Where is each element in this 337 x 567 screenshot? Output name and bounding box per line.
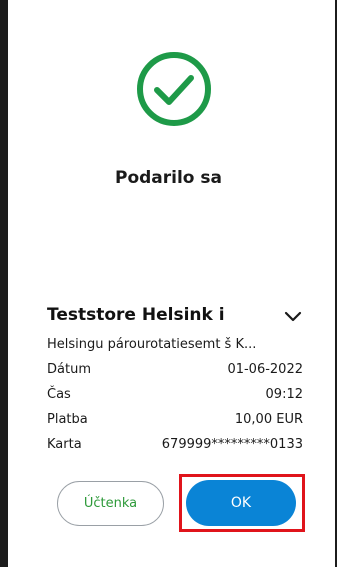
detail-label: Karta xyxy=(47,437,82,452)
detail-row-payment: Platba 10,00 EUR xyxy=(47,412,303,430)
check-circle-icon xyxy=(137,52,211,126)
detail-label: Čas xyxy=(47,387,71,402)
receipt-button[interactable]: Účtenka xyxy=(57,481,164,526)
merchant-name: Teststore Helsink i xyxy=(47,305,225,325)
detail-value: 09:12 xyxy=(265,387,303,402)
status-title: Podarilo sa xyxy=(114,168,222,188)
detail-value: 679999*********0133 xyxy=(161,437,303,452)
detail-value: 01-06-2022 xyxy=(227,362,303,377)
detail-row-card: Karta 679999*********0133 xyxy=(47,437,303,455)
detail-label: Platba xyxy=(47,412,88,427)
detail-row-date: Dátum 01-06-2022 xyxy=(47,362,303,380)
detail-row-time: Čas 09:12 xyxy=(47,387,303,405)
detail-label: Dátum xyxy=(47,362,91,377)
merchant-address: Helsingu párourotatiesemt š K... xyxy=(47,337,257,352)
chevron-down-icon[interactable] xyxy=(283,309,303,325)
merchant-header[interactable]: Teststore Helsink i xyxy=(47,305,307,329)
detail-value: 10,00 EUR xyxy=(234,412,303,427)
screen-edge-left xyxy=(0,0,8,567)
ok-button[interactable]: OK xyxy=(186,480,296,526)
